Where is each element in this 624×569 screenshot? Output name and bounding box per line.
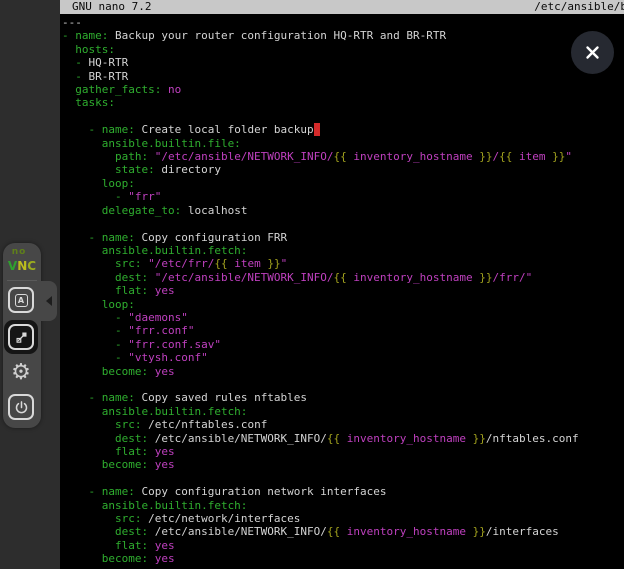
editor-line: ansible.builtin.fetch: bbox=[62, 405, 624, 418]
editor-line: - "daemons" bbox=[62, 311, 624, 324]
editor-line: dest: "/etc/ansible/NETWORK_INFO/{{ inve… bbox=[62, 271, 624, 284]
editor-line: - HQ-RTR bbox=[62, 56, 624, 69]
editor-line: delegate_to: localhost bbox=[62, 204, 624, 217]
editor-line: state: directory bbox=[62, 163, 624, 176]
editor-line: gather_facts: no bbox=[62, 83, 624, 96]
editor-line: flat: yes bbox=[62, 445, 624, 458]
sidebar-divider bbox=[7, 280, 37, 281]
editor-line: loop: bbox=[62, 177, 624, 190]
extra-keys-button[interactable]: A bbox=[8, 287, 34, 313]
editor-line: become: yes bbox=[62, 365, 624, 378]
close-icon bbox=[584, 44, 601, 61]
terminal-window[interactable]: GNU nano 7.2 /etc/ansible/b ---- name: B… bbox=[60, 0, 624, 569]
editor-line: ansible.builtin.fetch: bbox=[62, 499, 624, 512]
nano-file-path: /etc/ansible/b bbox=[534, 0, 624, 14]
power-icon bbox=[14, 400, 29, 415]
editor-line: - name: Copy configuration FRR bbox=[62, 231, 624, 244]
editor-line: - "frr.conf" bbox=[62, 324, 624, 337]
novnc-logo-c: C bbox=[27, 259, 36, 273]
editor-line: - name: Copy saved rules nftables bbox=[62, 391, 624, 404]
editor-line: - "vtysh.conf" bbox=[62, 351, 624, 364]
novnc-logo-v: V bbox=[8, 259, 17, 273]
control-bar-handle[interactable] bbox=[41, 281, 57, 321]
editor-line: flat: yes bbox=[62, 539, 624, 552]
editor-line: ansible.builtin.file: bbox=[62, 137, 624, 150]
gear-icon: ⚙ bbox=[11, 362, 31, 384]
editor-line: src: /etc/network/interfaces bbox=[62, 512, 624, 525]
editor-line: - "frr" bbox=[62, 190, 624, 203]
collapse-arrow-icon bbox=[46, 296, 52, 306]
nano-titlebar: GNU nano 7.2 /etc/ansible/b bbox=[60, 0, 624, 14]
editor-line: - BR-RTR bbox=[62, 70, 624, 83]
editor-line: flat: yes bbox=[62, 284, 624, 297]
close-button[interactable] bbox=[571, 31, 614, 74]
power-button[interactable] bbox=[8, 394, 34, 420]
editor-content[interactable]: ---- name: Backup your router configurat… bbox=[62, 16, 624, 569]
editor-line: --- bbox=[62, 16, 624, 29]
editor-line: loop: bbox=[62, 298, 624, 311]
editor-line: - name: Backup your router configuration… bbox=[62, 29, 624, 42]
novnc-logo-n: N bbox=[17, 259, 27, 273]
editor-line: ansible.builtin.fetch: bbox=[62, 244, 624, 257]
nano-app-title: GNU nano 7.2 bbox=[60, 0, 151, 14]
fullscreen-button-active-plate bbox=[4, 320, 38, 354]
editor-line bbox=[62, 217, 624, 230]
editor-line: hosts: bbox=[62, 43, 624, 56]
settings-button[interactable]: ⚙ bbox=[8, 360, 34, 386]
editor-line: become: yes bbox=[62, 552, 624, 565]
novnc-logo-no: no bbox=[0, 248, 41, 257]
novnc-logo: no VNC bbox=[3, 248, 41, 273]
editor-line: src: /etc/nftables.conf bbox=[62, 418, 624, 431]
editor-line bbox=[62, 472, 624, 485]
editor-line bbox=[62, 378, 624, 391]
editor-line: path: "/etc/ansible/NETWORK_INFO/{{ inve… bbox=[62, 150, 624, 163]
fullscreen-button[interactable] bbox=[8, 324, 34, 350]
editor-line bbox=[62, 110, 624, 123]
editor-line: become: yes bbox=[62, 458, 624, 471]
vnc-screen: GNU nano 7.2 /etc/ansible/b ---- name: B… bbox=[0, 0, 624, 569]
editor-line: dest: /etc/ansible/NETWORK_INFO/{{ inven… bbox=[62, 525, 624, 538]
editor-line: tasks: bbox=[62, 96, 624, 109]
fullscreen-icon bbox=[14, 330, 29, 345]
keyboard-key-icon: A bbox=[15, 294, 28, 307]
editor-line: src: "/etc/frr/{{ item }}" bbox=[62, 257, 624, 270]
editor-line: - name: Copy configuration network inter… bbox=[62, 485, 624, 498]
editor-line: - name: Create local folder backup bbox=[62, 123, 624, 136]
novnc-control-bar: no VNC A ⚙ bbox=[3, 243, 41, 428]
editor-line: - "frr.conf.sav" bbox=[62, 338, 624, 351]
editor-line: dest: /etc/ansible/NETWORK_INFO/{{ inven… bbox=[62, 432, 624, 445]
